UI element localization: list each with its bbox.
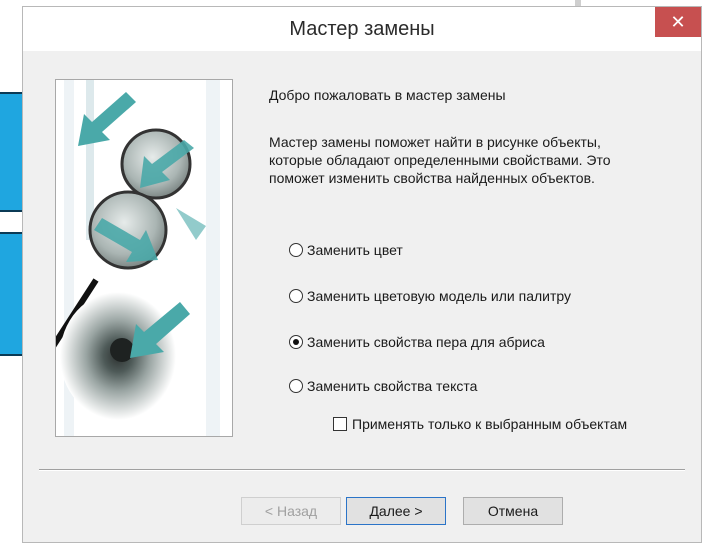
radio-button[interactable] [289,379,303,393]
cancel-button[interactable]: Отмена [463,497,563,525]
separator-line [39,469,685,471]
background-panel-upper [0,92,22,212]
option-replace-pen-properties[interactable]: Заменить свойства пера для абриса [289,331,545,353]
replace-wizard-dialog: Мастер замены ✕ Добро пожаловать в масте… [22,6,702,543]
radio-button[interactable] [289,243,303,257]
option-replace-text-properties[interactable]: Заменить свойства текста [289,375,477,397]
only-selected-checkbox-row[interactable]: Применять только к выбранным объектам [333,413,627,435]
welcome-heading: Добро пожаловать в мастер замены [269,87,506,103]
option-replace-color-model[interactable]: Заменить цветовую модель или палитру [289,285,571,307]
radio-button[interactable] [289,289,303,303]
option-label: Заменить свойства текста [307,378,478,394]
radio-button-selected[interactable] [289,335,303,349]
only-selected-checkbox[interactable] [333,417,347,431]
title-bar: Мастер замены ✕ [23,7,701,51]
option-label: Заменить цветовую модель или палитру [307,288,572,304]
close-icon: ✕ [670,12,686,32]
next-button[interactable]: Далее > [346,497,446,525]
dialog-title: Мастер замены [289,18,435,40]
magnifier-illustration-icon [56,80,232,436]
background-panel-lower [0,232,22,356]
option-label: Заменить цвет [307,242,403,258]
wizard-content: Добро пожаловать в мастер замены Мастер … [23,51,701,542]
back-button[interactable]: < Назад [241,497,341,525]
wizard-illustration [55,79,233,437]
close-button[interactable]: ✕ [655,7,701,37]
option-replace-color[interactable]: Заменить цвет [289,239,403,261]
only-selected-label: Применять только к выбранным объектам [352,416,628,432]
option-label: Заменить свойства пера для абриса [307,334,545,350]
wizard-description: Мастер замены поможет найти в рисунке об… [269,134,611,186]
